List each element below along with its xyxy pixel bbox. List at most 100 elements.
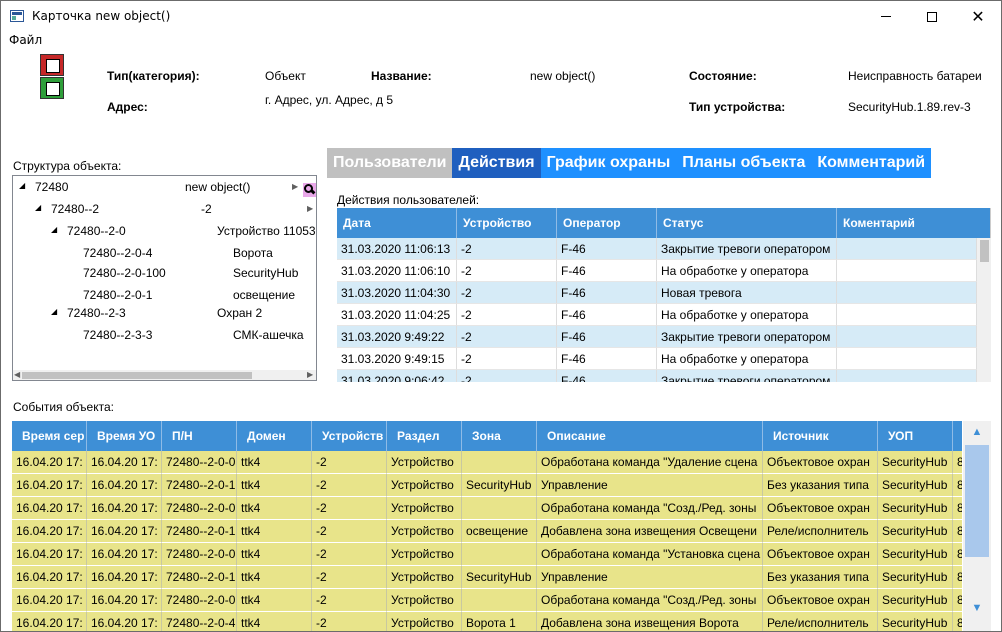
table-cell[interactable]: Закрытие тревоги оператором (657, 238, 837, 260)
scroll-thumb[interactable] (965, 445, 989, 557)
table-cell[interactable]: 31.03.2020 11:06:10 (337, 260, 457, 282)
tree-item[interactable]: 72480--2-0-4 Ворота (13, 244, 316, 264)
table-cell[interactable] (462, 451, 537, 474)
table-cell[interactable]: -2 (457, 282, 557, 304)
table-cell[interactable]: Устройство (387, 612, 462, 631)
table-cell[interactable] (837, 304, 977, 326)
scroll-thumb[interactable] (22, 372, 252, 379)
structure-tree[interactable]: ◢ 72480 new object() ▶ ◢ 72480--2 -2 ▶ ◢… (12, 175, 317, 381)
table-cell[interactable]: освещение (462, 520, 537, 543)
table-cell[interactable]: SecurityHub (878, 543, 953, 566)
table-cell[interactable]: Управление (537, 566, 763, 589)
table-cell[interactable]: 72480--2-0-1 (162, 566, 237, 589)
table-cell[interactable]: 31.03.2020 11:04:30 (337, 282, 457, 304)
table-cell[interactable]: 16.04.20 17: (87, 451, 162, 474)
tree-item[interactable]: 72480--2-0-100 SecurityHub (13, 264, 316, 284)
column-header[interactable]: Статус (657, 208, 837, 238)
table-cell[interactable]: Устройство (387, 474, 462, 497)
table-cell[interactable]: 31.03.2020 9:06:42 (337, 370, 457, 382)
table-cell[interactable]: 16.04.20 17: (87, 612, 162, 631)
table-cell[interactable]: 16.04.20 17: (87, 497, 162, 520)
table-cell[interactable] (837, 238, 977, 260)
table-cell[interactable]: 72480--2-0-0 (162, 589, 237, 612)
table-cell[interactable] (462, 543, 537, 566)
column-header[interactable]: Зона (462, 421, 537, 451)
tree-item[interactable]: ◢ 72480--2 -2 ▶ (13, 200, 316, 220)
column-header[interactable]: Время УО (87, 421, 162, 451)
tree-item[interactable]: ◢ 72480 new object() ▶ (13, 178, 316, 198)
table-cell[interactable]: На обработке у оператора (657, 260, 837, 282)
column-header[interactable]: Устройство (457, 208, 557, 238)
maximize-button[interactable] (909, 1, 955, 32)
table-cell[interactable]: Закрытие тревоги оператором (657, 370, 837, 382)
tree-horizontal-scrollbar[interactable]: ◀ ▶ (13, 370, 316, 380)
table-cell[interactable]: 8 (953, 497, 962, 520)
table-cell[interactable]: 8 (953, 566, 962, 589)
table-cell[interactable]: 16.04.20 17: (12, 589, 87, 612)
table-cell[interactable]: 16.04.20 17: (12, 520, 87, 543)
column-header[interactable]: УОП (878, 421, 953, 451)
table-cell[interactable]: -2 (457, 348, 557, 370)
table-cell[interactable]: -2 (312, 589, 387, 612)
collapse-icon[interactable]: ◢ (35, 203, 41, 212)
table-cell[interactable]: Новая тревога (657, 282, 837, 304)
table-cell[interactable]: -2 (312, 474, 387, 497)
table-cell[interactable]: Добавлена зона извещения Ворота (537, 612, 763, 631)
table-cell[interactable]: 16.04.20 17: (12, 497, 87, 520)
table-cell[interactable]: Объектовое охран (763, 497, 878, 520)
table-cell[interactable]: SecurityHub (878, 474, 953, 497)
tree-item[interactable]: 72480--2-0-1 освещение (13, 286, 316, 306)
table-cell[interactable]: На обработке у оператора (657, 304, 837, 326)
table-cell[interactable]: Обработана команда "Созд./Ред. зоны (537, 497, 763, 520)
table-cell[interactable]: 72480--2-0-1 (162, 520, 237, 543)
table-cell[interactable]: Без указания типа (763, 474, 878, 497)
table-cell[interactable]: -2 (312, 543, 387, 566)
table-cell[interactable]: 16.04.20 17: (87, 543, 162, 566)
column-header[interactable]: Устройств (312, 421, 387, 451)
table-cell[interactable]: Без указания типа (763, 566, 878, 589)
close-button[interactable]: ✕ (955, 1, 1001, 32)
column-header[interactable]: Дата (337, 208, 457, 238)
table-cell[interactable]: ttk4 (237, 566, 312, 589)
table-cell[interactable]: 72480--2-0-4 (162, 612, 237, 631)
table-cell[interactable]: -2 (457, 304, 557, 326)
tab-users[interactable]: Пользователи (327, 148, 453, 178)
table-cell[interactable]: SecurityHub (462, 474, 537, 497)
table-cell[interactable]: Устройство (387, 543, 462, 566)
table-cell[interactable]: Устройство (387, 451, 462, 474)
tab-actions[interactable]: Действия (452, 148, 541, 178)
events-vertical-scrollbar[interactable]: ▲ ▼ (963, 421, 991, 631)
table-cell[interactable]: Обработана команда "Удаление сцена (537, 451, 763, 474)
table-cell[interactable]: SecurityHub (878, 497, 953, 520)
column-header[interactable]: Оператор (557, 208, 657, 238)
tree-item[interactable]: ◢ 72480--2-0 Устройство 11053 (13, 222, 316, 242)
table-cell[interactable]: 72480--2-0-1 (162, 474, 237, 497)
table-cell[interactable]: ttk4 (237, 543, 312, 566)
table-cell[interactable]: F-46 (557, 348, 657, 370)
table-cell[interactable]: Устройство (387, 520, 462, 543)
table-cell[interactable]: Управление (537, 474, 763, 497)
table-cell[interactable]: На обработке у оператора (657, 348, 837, 370)
table-cell[interactable]: Объектовое охран (763, 589, 878, 612)
column-header[interactable]: Домен (237, 421, 312, 451)
table-cell[interactable]: -2 (312, 520, 387, 543)
table-cell[interactable]: -2 (312, 612, 387, 631)
collapse-icon[interactable]: ◢ (19, 181, 25, 190)
scroll-right-icon[interactable]: ▶ (307, 370, 313, 379)
column-header[interactable]: Раздел (387, 421, 462, 451)
table-cell[interactable]: ttk4 (237, 451, 312, 474)
table-cell[interactable]: 16.04.20 17: (87, 520, 162, 543)
table-cell[interactable]: F-46 (557, 282, 657, 304)
table-cell[interactable]: ttk4 (237, 589, 312, 612)
table-cell[interactable]: F-46 (557, 238, 657, 260)
table-cell[interactable]: -2 (312, 497, 387, 520)
collapse-icon[interactable]: ◢ (51, 225, 57, 234)
scroll-thumb[interactable] (980, 240, 989, 262)
table-cell[interactable]: 16.04.20 17: (12, 543, 87, 566)
table-cell[interactable]: 31.03.2020 11:06:13 (337, 238, 457, 260)
title-bar[interactable]: Карточка new object() ✕ (1, 1, 1001, 32)
wrench-icon[interactable] (303, 183, 316, 197)
table-cell[interactable] (462, 497, 537, 520)
scroll-down-icon[interactable]: ▼ (963, 597, 991, 619)
table-cell[interactable]: SecurityHub (878, 451, 953, 474)
